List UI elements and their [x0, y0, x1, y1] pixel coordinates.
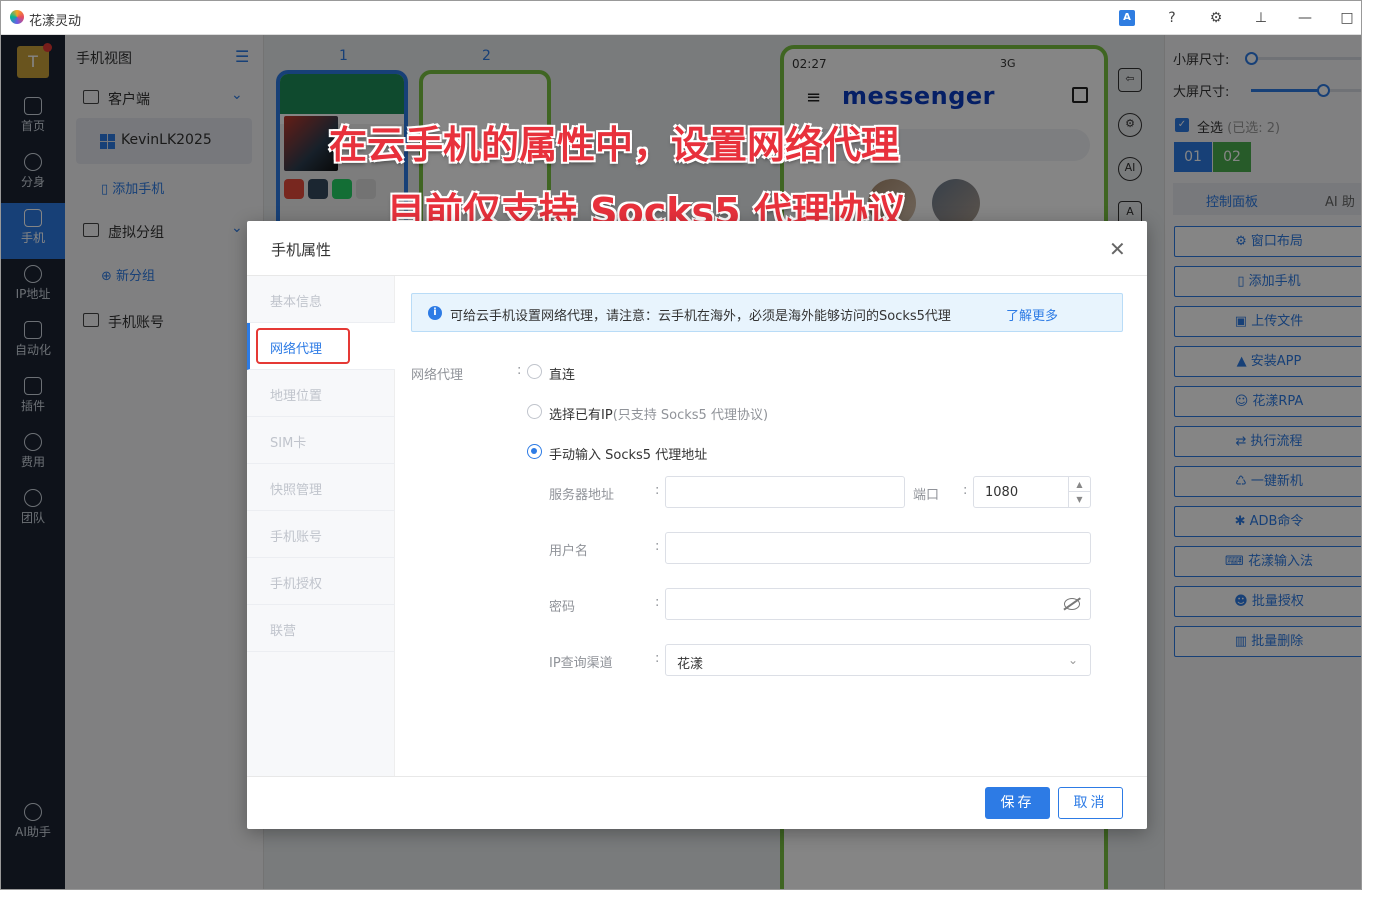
dialog-title: 手机属性 — [271, 241, 332, 259]
tab-label: 基本信息 — [270, 295, 323, 310]
chevron-down-icon: ⌄ — [1067, 653, 1078, 667]
tab-phone-account[interactable]: 手机账号 — [247, 511, 395, 558]
app-logo-icon — [10, 10, 24, 24]
radio-existing-ip-label: 选择已有IP(只支持 Socks5 代理协议) — [549, 404, 768, 423]
colon: : — [655, 595, 660, 610]
colon: : — [517, 363, 522, 378]
cancel-button[interactable]: 取消 — [1058, 787, 1123, 819]
tab-location[interactable]: 地理位置 — [247, 370, 395, 417]
tab-label: 手机授权 — [270, 577, 323, 592]
title-bar: 花漾灵动 A ? ⚙ ⊥ — □ — [1, 1, 1361, 35]
port-stepper[interactable]: ▲ ▼ — [1068, 477, 1090, 507]
server-address-input[interactable] — [665, 476, 905, 508]
username-input[interactable] — [665, 532, 1091, 564]
highlight-box — [256, 328, 350, 364]
learn-more-link[interactable]: 了解更多 — [1006, 305, 1058, 324]
password-label: 密码 — [549, 600, 576, 615]
annotation-caption-1: 在云手机的属性中，设置网络代理 — [329, 123, 900, 167]
ip-query-select[interactable]: 花漾 ⌄ — [665, 644, 1091, 676]
tab-partnership[interactable]: 联营 — [247, 605, 395, 652]
existing-ip-text: 选择已有IP — [549, 408, 613, 423]
port-value: 1080 — [985, 485, 1019, 500]
chevron-up-icon[interactable]: ▲ — [1069, 477, 1090, 492]
tab-snapshots[interactable]: 快照管理 — [247, 464, 395, 511]
colon: : — [963, 483, 968, 498]
radio-existing-ip[interactable] — [527, 404, 542, 419]
translate-icon[interactable]: A — [1119, 10, 1135, 26]
existing-ip-note: (只支持 Socks5 代理协议) — [612, 408, 769, 423]
minimize-icon[interactable]: — — [1295, 8, 1315, 28]
info-text: 可给云手机设置网络代理，请注意：云手机在海外，必须是海外能够访问的Socks5代… — [450, 309, 951, 324]
eye-off-icon[interactable] — [1064, 598, 1080, 610]
username-label: 用户名 — [549, 544, 589, 559]
phone-properties-dialog: 手机属性 ✕ 基本信息 网络代理 地理位置 SIM卡 快照管理 手机账号 手机授… — [247, 221, 1147, 829]
help-icon[interactable]: ? — [1162, 8, 1182, 28]
radio-manual-socks5[interactable] — [527, 444, 542, 459]
proxy-label: 网络代理 — [411, 368, 464, 383]
app-title: 花漾灵动 — [29, 14, 82, 29]
info-icon: i — [428, 306, 442, 320]
tab-phone-authorization[interactable]: 手机授权 — [247, 558, 395, 605]
tab-label: SIM卡 — [270, 436, 307, 451]
port-label: 端口 — [913, 488, 940, 503]
colon: : — [655, 651, 660, 666]
tab-sim[interactable]: SIM卡 — [247, 417, 395, 464]
server-label: 服务器地址 — [549, 488, 615, 503]
close-icon[interactable]: ✕ — [1109, 237, 1126, 261]
colon: : — [655, 483, 660, 498]
save-button[interactable]: 保存 — [985, 787, 1050, 819]
tab-basic-info[interactable]: 基本信息 — [247, 276, 395, 323]
app-window: 花漾灵动 A ? ⚙ ⊥ — □ T 首页 分身 手机 IP地址 自动化 插件 … — [0, 0, 1362, 890]
password-input[interactable] — [665, 588, 1091, 620]
info-banner: i 可给云手机设置网络代理，请注意：云手机在海外，必须是海外能够访问的Socks… — [411, 293, 1123, 332]
radio-direct[interactable] — [527, 364, 542, 379]
tab-label: 快照管理 — [270, 483, 323, 498]
radio-manual-label: 手动输入 Socks5 代理地址 — [549, 448, 708, 463]
gear-icon[interactable]: ⚙ — [1206, 8, 1226, 28]
pin-icon[interactable]: ⊥ — [1251, 8, 1271, 28]
maximize-icon[interactable]: □ — [1337, 8, 1357, 28]
select-value: 花漾 — [677, 657, 704, 672]
torn-edge-bottom — [0, 890, 1389, 919]
port-input[interactable]: 1080 ▲ ▼ — [973, 476, 1091, 508]
tab-label: 手机账号 — [270, 530, 323, 545]
divider — [247, 776, 1147, 777]
tab-label: 联营 — [270, 624, 297, 639]
colon: : — [655, 539, 660, 554]
chevron-down-icon[interactable]: ▼ — [1069, 492, 1090, 507]
dialog-tabs: 基本信息 网络代理 地理位置 SIM卡 快照管理 手机账号 手机授权 联营 — [247, 276, 395, 776]
radio-direct-label: 直连 — [549, 368, 576, 383]
tab-label: 地理位置 — [270, 389, 323, 404]
ip-query-label: IP查询渠道 — [549, 656, 613, 671]
torn-edge-right — [1362, 0, 1389, 919]
